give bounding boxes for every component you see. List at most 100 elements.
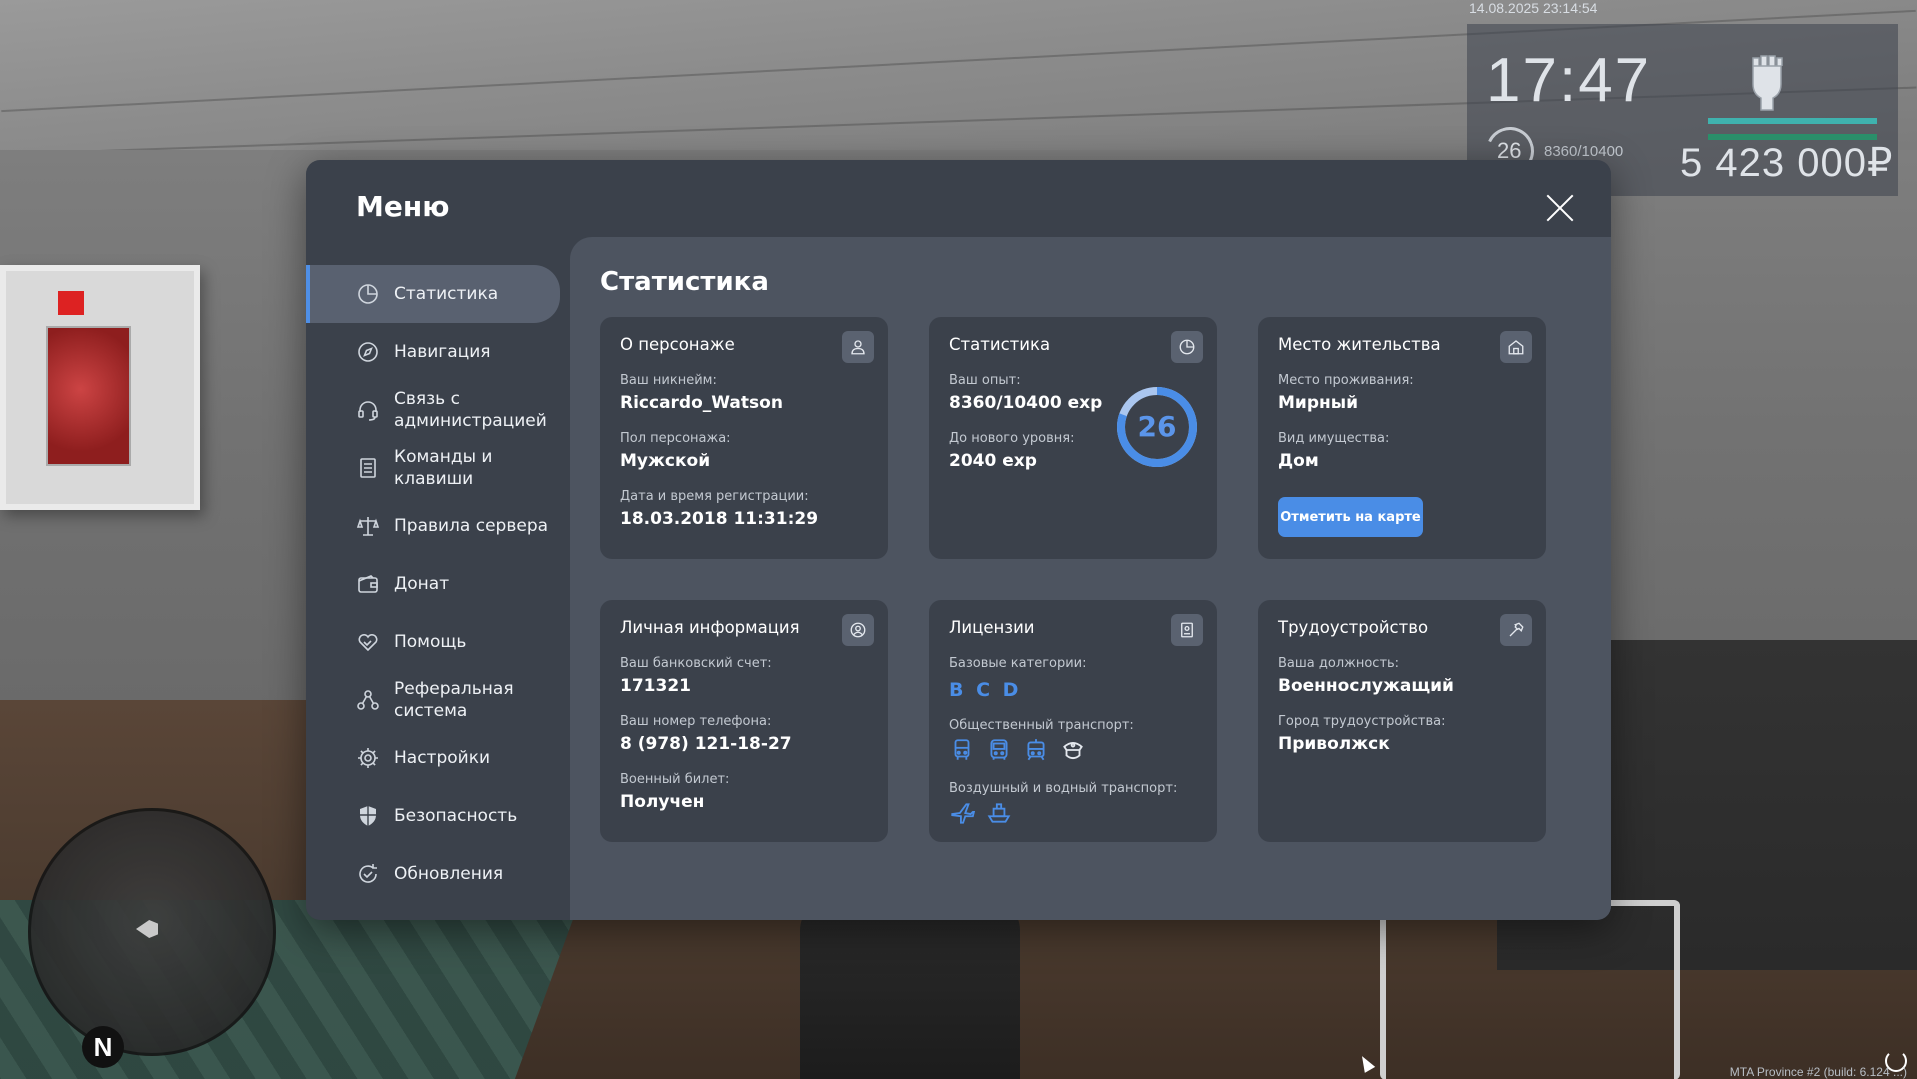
fire-hose-cabinet bbox=[0, 265, 200, 510]
page-title: Статистика bbox=[600, 267, 769, 297]
sidebar-item-label: Обновления bbox=[394, 864, 504, 884]
plane-icon bbox=[951, 803, 975, 824]
sidebar-item-label: Донат bbox=[394, 574, 450, 594]
next-level-label: До нового уровня: bbox=[949, 431, 1075, 446]
phone-value: 8 (978) 121-18-27 bbox=[620, 734, 792, 754]
gender-value: Мужской bbox=[620, 451, 711, 471]
air-water-transport-label: Воздушный и водный транспорт: bbox=[949, 781, 1178, 796]
bus-icon bbox=[954, 739, 970, 760]
property-value: Дом bbox=[1278, 451, 1319, 471]
chair bbox=[1380, 900, 1680, 1079]
compass-icon bbox=[358, 342, 378, 362]
hud-exp: 8360/10400 bbox=[1544, 143, 1624, 160]
exp-label: Ваш опыт: bbox=[949, 373, 1021, 388]
sidebar-item-settings[interactable]: Настройки bbox=[306, 729, 560, 787]
military-id-value: Получен bbox=[620, 792, 705, 812]
card-personal-info: Личная информация Ваш банковский счет: 1… bbox=[600, 600, 888, 842]
level-value: 26 bbox=[1137, 410, 1177, 443]
user-icon bbox=[842, 331, 874, 363]
ship-icon bbox=[987, 803, 1011, 823]
sidebar-item-updates[interactable]: Обновления bbox=[306, 845, 560, 903]
player-character bbox=[800, 900, 1020, 1079]
nickname-value: Riccardo_Watson bbox=[620, 393, 783, 413]
sidebar: Статистика Навигация Связь с администрац… bbox=[306, 265, 560, 903]
job-city-label: Город трудоустройства: bbox=[1278, 714, 1446, 729]
base-categories-label: Базовые категории: bbox=[949, 656, 1087, 671]
taxi-hat-icon bbox=[1063, 742, 1083, 760]
public-transport-icons bbox=[949, 737, 1086, 763]
nickname-label: Ваш никнейм: bbox=[620, 373, 717, 388]
sidebar-item-statistics[interactable]: Статистика bbox=[306, 265, 560, 323]
shield-icon bbox=[360, 806, 376, 826]
air-water-transport-icons bbox=[949, 800, 1012, 826]
close-icon[interactable] bbox=[1544, 192, 1576, 224]
bank-account-label: Ваш банковский счет: bbox=[620, 656, 772, 671]
sidebar-item-security[interactable]: Безопасность bbox=[306, 787, 560, 845]
wallet-icon bbox=[358, 575, 378, 593]
sidebar-item-donate[interactable]: Донат bbox=[306, 555, 560, 613]
mark-on-map-button[interactable]: Отметить на карте bbox=[1278, 497, 1423, 537]
sidebar-item-label: Настройки bbox=[394, 748, 491, 768]
public-transport-label: Общественный транспорт: bbox=[949, 718, 1134, 733]
compass-north: N bbox=[82, 1026, 124, 1068]
build-info: MTA Province #2 (build: 6.124 ...) bbox=[1729, 1065, 1907, 1079]
bank-account-value: 171321 bbox=[620, 676, 691, 696]
card-title: Лицензии bbox=[949, 618, 1035, 637]
sidebar-item-label: Статистика bbox=[394, 284, 499, 304]
card-character: О персонаже Ваш никнейм: Riccardo_Watson… bbox=[600, 317, 888, 559]
sidebar-item-server-rules[interactable]: Правила сервера bbox=[306, 497, 560, 555]
military-id-label: Военный билет: bbox=[620, 772, 730, 787]
referral-network-icon bbox=[357, 690, 379, 710]
document-list-icon bbox=[360, 458, 376, 478]
sidebar-item-referral[interactable]: Реферальная система bbox=[306, 671, 560, 729]
registration-label: Дата и время регистрации: bbox=[620, 489, 809, 504]
card-title: Трудоустройство bbox=[1278, 618, 1429, 637]
fire-hose bbox=[46, 326, 131, 466]
sidebar-item-label: Реферальная система bbox=[394, 679, 514, 721]
registration-value: 18.03.2018 11:31:29 bbox=[620, 509, 819, 529]
pie-chart-icon bbox=[1171, 331, 1203, 363]
user-circle-icon bbox=[842, 614, 874, 646]
sidebar-item-label: Команды и клавиши bbox=[394, 447, 493, 489]
scales-icon bbox=[356, 517, 380, 536]
refresh-check-icon bbox=[359, 864, 377, 883]
sidebar-item-contact-admin[interactable]: Связь с администрацией bbox=[306, 381, 560, 439]
menu-window: Меню Статистика Навигация Связь с админи… bbox=[306, 160, 1611, 920]
hud-clock: 17:47 bbox=[1486, 46, 1652, 115]
exp-value: 8360/10400 exp bbox=[949, 393, 1103, 413]
sidebar-item-label: Навигация bbox=[394, 342, 491, 362]
residence-label: Место проживания: bbox=[1278, 373, 1414, 388]
sidebar-item-navigation[interactable]: Навигация bbox=[306, 323, 560, 381]
menu-title: Меню bbox=[356, 190, 450, 223]
hud-money: 5 423 000₽ bbox=[1680, 141, 1894, 185]
job-position-label: Ваша должность: bbox=[1278, 656, 1400, 671]
hammer-icon bbox=[1500, 614, 1532, 646]
property-label: Вид имущества: bbox=[1278, 431, 1390, 446]
sidebar-item-commands[interactable]: Команды и клавиши bbox=[306, 439, 560, 497]
tram-icon bbox=[1027, 739, 1045, 761]
sidebar-item-label: Правила сервера bbox=[394, 516, 549, 536]
bus-front-icon bbox=[990, 739, 1008, 760]
card-licenses: Лицензии Базовые категории: B C D Общест… bbox=[929, 600, 1217, 842]
job-position-value: Военнослужащий bbox=[1278, 676, 1454, 696]
job-city-value: Приволжск bbox=[1278, 734, 1390, 754]
home-icon bbox=[1500, 331, 1532, 363]
card-residence: Место жительства Место проживания: Мирны… bbox=[1258, 317, 1546, 559]
sidebar-item-help[interactable]: Помощь bbox=[306, 613, 560, 671]
base-categories-value: B C D bbox=[949, 679, 1019, 701]
content-panel: Статистика О персонаже Ваш никнейм: Ricc… bbox=[570, 237, 1611, 920]
card-statistics: Статистика Ваш опыт: 8360/10400 exp До н… bbox=[929, 317, 1217, 559]
fire-sign bbox=[58, 291, 84, 315]
health-bar bbox=[1708, 118, 1877, 124]
card-title: Место жительства bbox=[1278, 335, 1441, 354]
card-title: Личная информация bbox=[620, 618, 800, 637]
gender-label: Пол персонажа: bbox=[620, 431, 731, 446]
residence-value: Мирный bbox=[1278, 393, 1359, 413]
pie-chart-icon bbox=[358, 284, 378, 304]
card-employment: Трудоустройство Ваша должность: Военносл… bbox=[1258, 600, 1546, 842]
headset-icon bbox=[358, 401, 378, 421]
card-title: О персонаже bbox=[620, 335, 735, 354]
gear-icon bbox=[358, 748, 378, 768]
card-title: Статистика bbox=[949, 335, 1051, 354]
next-level-value: 2040 exp bbox=[949, 451, 1037, 471]
